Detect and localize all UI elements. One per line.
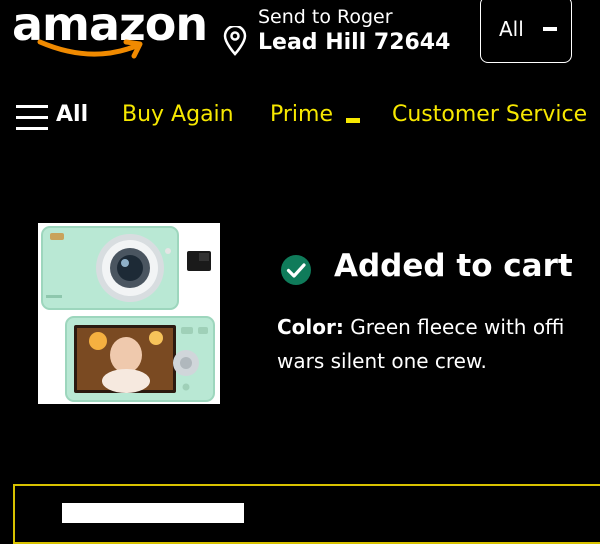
smile-arrow-icon <box>37 39 143 59</box>
deliver-to-label: Send to Roger <box>258 6 393 28</box>
search-category-label: All <box>499 17 524 41</box>
hamburger-menu-icon[interactable] <box>16 105 48 131</box>
nav-all[interactable]: All <box>56 102 88 127</box>
nav-buy-again[interactable]: Buy Again <box>122 102 234 127</box>
location-pin-icon <box>223 26 247 56</box>
added-to-cart-title: Added to cart <box>334 248 573 284</box>
check-circle-icon <box>281 255 311 285</box>
nav-bar: All Buy Again Prime Customer Service <box>0 96 600 142</box>
dropdown-dash-icon <box>543 27 557 31</box>
delivery-location[interactable]: Send to Roger Lead Hill 72644 <box>222 6 462 56</box>
nav-customer-service[interactable]: Customer Service <box>392 102 587 127</box>
added-to-cart-header: Added to cart <box>280 248 600 290</box>
product-image[interactable] <box>38 223 220 404</box>
bottom-panel-content <box>62 503 244 523</box>
color-value-line2: wars silent one crew. <box>277 349 487 373</box>
product-color-info: Color: Green fleece with offi wars silen… <box>277 310 600 380</box>
deliver-location-text: Lead Hill 72644 <box>258 30 451 55</box>
color-value: Green fleece with offi <box>350 315 565 339</box>
prime-dropdown-icon[interactable] <box>346 118 360 123</box>
color-label: Color: <box>277 315 344 339</box>
nav-prime[interactable]: Prime <box>270 102 333 127</box>
amazon-logo[interactable]: amazon <box>10 0 208 62</box>
search-category-dropdown[interactable]: All <box>480 0 572 63</box>
